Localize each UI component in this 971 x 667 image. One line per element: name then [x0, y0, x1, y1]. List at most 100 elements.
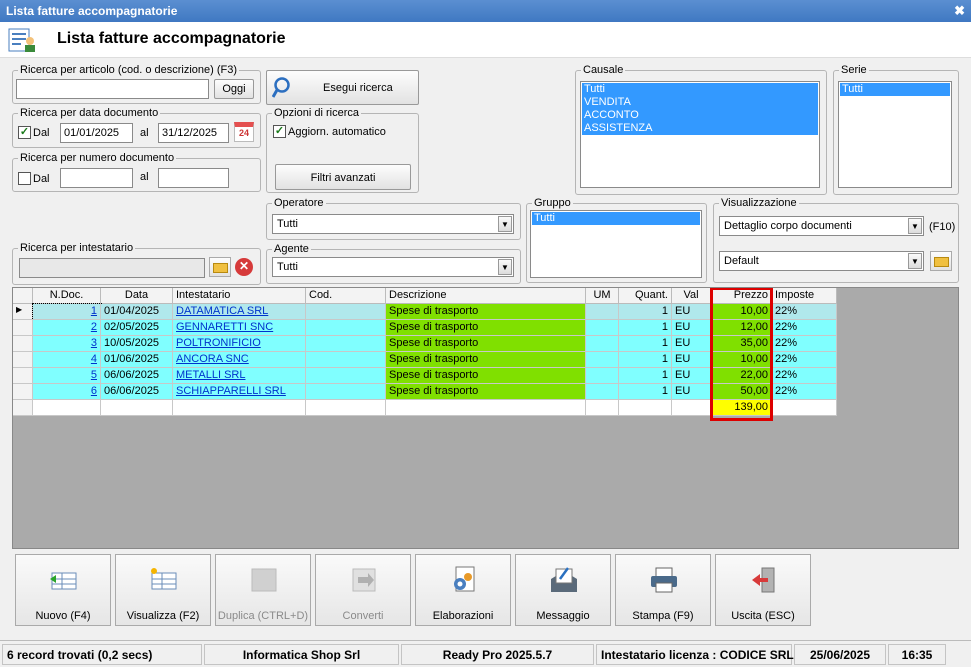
cell-imposte: 22%: [772, 368, 837, 384]
row-indicator: [13, 320, 33, 336]
cell-um: [586, 384, 619, 400]
col-ndoc[interactable]: N.Doc.: [33, 288, 101, 304]
converti-button[interactable]: Converti: [315, 554, 411, 626]
col-intestatario[interactable]: Intestatario: [173, 288, 306, 304]
cell-val: EU: [672, 304, 711, 320]
cell-quant: 1: [619, 336, 672, 352]
cell-data: 02/05/2025: [101, 320, 173, 336]
search-button-label: Esegui ricerca: [323, 82, 393, 94]
operatore-select[interactable]: Tutti ▼: [272, 214, 514, 234]
intestatario-input[interactable]: [19, 258, 205, 278]
chevron-down-icon: ▼: [498, 259, 512, 275]
col-data[interactable]: Data: [101, 288, 173, 304]
duplica-button[interactable]: Duplica (CTRL+D): [215, 554, 311, 626]
cell-data: 10/05/2025: [101, 336, 173, 352]
magnifier-icon: [272, 77, 290, 98]
cell-imposte: 22%: [772, 320, 837, 336]
cell-ndoc[interactable]: 5: [33, 368, 101, 384]
number-to-input[interactable]: [158, 168, 229, 188]
col-val[interactable]: Val: [672, 288, 711, 304]
stampa-button[interactable]: Stampa (F9): [615, 554, 711, 626]
number-filter-checkbox[interactable]: [18, 172, 31, 185]
cell-data: 06/06/2025: [101, 384, 173, 400]
uscita-button[interactable]: Uscita (ESC): [715, 554, 811, 626]
cell-intestatario[interactable]: METALLI SRL: [173, 368, 306, 384]
agente-select[interactable]: Tutti ▼: [272, 257, 514, 277]
auto-update-checkbox[interactable]: ✓: [273, 125, 286, 138]
auto-update-label: Aggiorn. automatico: [288, 126, 386, 138]
layout-select[interactable]: Default ▼: [719, 251, 924, 271]
date-from-label: Dal: [33, 127, 50, 139]
number-from-input[interactable]: [60, 168, 133, 188]
row-indicator: [13, 384, 33, 400]
elaborazioni-button[interactable]: Elaborazioni: [415, 554, 511, 626]
cell-ndoc[interactable]: 4: [33, 352, 101, 368]
causale-item[interactable]: ASSISTENZA: [582, 122, 818, 135]
col-indicator: [13, 288, 33, 304]
gruppo-legend: Gruppo: [534, 197, 571, 209]
cell-intestatario[interactable]: ANCORA SNC: [173, 352, 306, 368]
today-button[interactable]: Oggi: [214, 79, 254, 99]
serie-item[interactable]: Tutti: [840, 83, 950, 96]
toolbar-button-label: Converti: [342, 610, 384, 622]
folder-icon[interactable]: [930, 251, 952, 271]
new-document-icon: [48, 565, 80, 595]
calendar-icon[interactable]: 24: [234, 122, 254, 142]
cell-ndoc[interactable]: 2: [33, 320, 101, 336]
price-highlight-box: [710, 288, 773, 421]
cell-intestatario[interactable]: SCHIAPPARELLI SRL: [173, 384, 306, 400]
col-quant[interactable]: Quant.: [619, 288, 672, 304]
duplicate-icon: [248, 565, 280, 595]
view-mode-shortcut: (F10): [929, 221, 956, 233]
cell-ndoc[interactable]: 3: [33, 336, 101, 352]
messaggio-button[interactable]: Messaggio: [515, 554, 611, 626]
cell-ndoc[interactable]: 1: [32, 303, 102, 321]
cell-descrizione: Spese di trasporto: [386, 384, 586, 400]
nuovo-button[interactable]: Nuovo (F4): [15, 554, 111, 626]
date-from-input[interactable]: 01/01/2025: [60, 123, 133, 143]
col-imposte[interactable]: Imposte: [772, 288, 837, 304]
causale-item[interactable]: ACCONTO: [582, 109, 818, 122]
gruppo-item[interactable]: Tutti: [532, 212, 700, 225]
cell-intestatario[interactable]: POLTRONIFICIO: [173, 336, 306, 352]
operatore-value: Tutti: [277, 218, 298, 230]
cell-um: [586, 352, 619, 368]
causale-list[interactable]: Tutti VENDITA ACCONTO ASSISTENZA: [580, 81, 820, 188]
page-header: Lista fatture accompagnatorie: [0, 22, 971, 58]
cell-imposte: 22%: [772, 304, 837, 320]
cell-intestatario[interactable]: GENNARETTI SNC: [173, 320, 306, 336]
documents-grid[interactable]: N.Doc. Data Intestatario Cod. Descrizion…: [12, 287, 959, 549]
cell-quant: 1: [619, 352, 672, 368]
chevron-down-icon: ▼: [498, 216, 512, 232]
search-button[interactable]: Esegui ricerca: [266, 70, 419, 105]
gruppo-list[interactable]: Tutti: [530, 210, 702, 278]
serie-list[interactable]: Tutti: [838, 81, 952, 188]
col-cod[interactable]: Cod.: [306, 288, 386, 304]
clear-icon[interactable]: ✕: [235, 258, 253, 276]
toolbar-button-label: Messaggio: [536, 610, 590, 622]
chevron-down-icon: ▼: [908, 253, 922, 269]
cell-val: EU: [672, 384, 711, 400]
folder-icon[interactable]: [209, 257, 231, 277]
cell-intestatario[interactable]: DATAMATICA SRL: [173, 304, 306, 320]
view-mode-select[interactable]: Dettaglio corpo documenti ▼: [719, 216, 924, 236]
col-um[interactable]: UM: [586, 288, 619, 304]
causale-item[interactable]: VENDITA: [582, 96, 818, 109]
visualizza-button[interactable]: Visualizza (F2): [115, 554, 211, 626]
search-article-input[interactable]: [16, 79, 209, 99]
toolbar-button-label: Duplica (CTRL+D): [217, 610, 309, 622]
col-descrizione[interactable]: Descrizione: [386, 288, 586, 304]
causale-item[interactable]: Tutti: [582, 83, 818, 96]
cell-ndoc[interactable]: 6: [33, 384, 101, 400]
number-from-label: Dal: [33, 173, 50, 185]
cell-imposte: 22%: [772, 336, 837, 352]
cell-val: EU: [672, 368, 711, 384]
toolbar-button-label: Visualizza (F2): [126, 610, 200, 622]
date-to-input[interactable]: 31/12/2025: [158, 123, 229, 143]
advanced-filters-button[interactable]: Filtri avanzati: [275, 164, 411, 190]
date-filter-checkbox[interactable]: ✓: [18, 126, 31, 139]
cell-descrizione: Spese di trasporto: [386, 368, 586, 384]
cell-data: 06/06/2025: [101, 368, 173, 384]
close-icon[interactable]: ✖: [954, 3, 965, 19]
toolbar-button-label: Stampa (F9): [632, 610, 694, 622]
